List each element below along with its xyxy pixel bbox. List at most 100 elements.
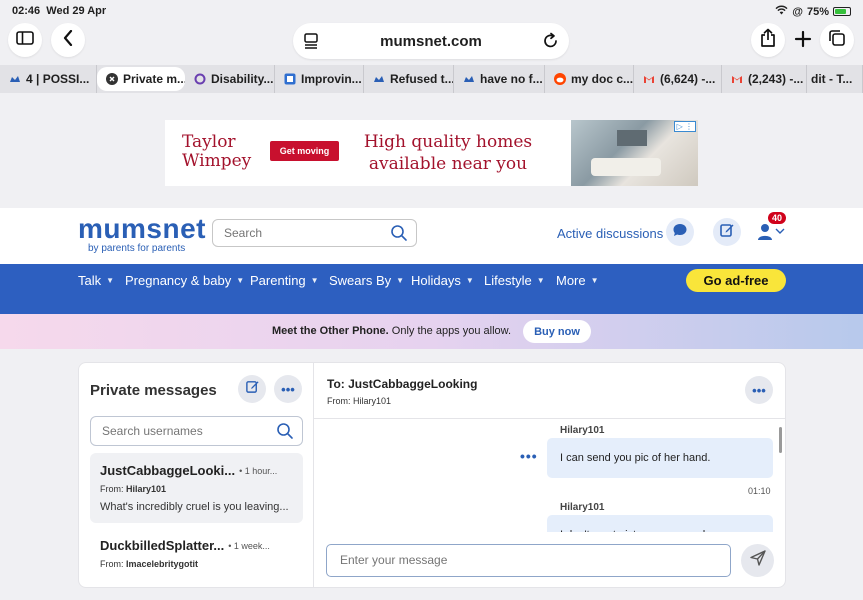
conversation-item[interactable]: JustCabbaggeLooki... • 1 hour... From: H… xyxy=(90,453,303,523)
nav-parenting[interactable]: Parenting ▼ xyxy=(250,273,319,288)
active-discussions-link[interactable]: Active discussions xyxy=(557,226,663,241)
message-time: 01:10 xyxy=(748,486,771,496)
ad-brand-line1: Taylor xyxy=(182,132,236,152)
chevron-down-icon: ▼ xyxy=(396,276,405,285)
promo-text: Meet the Other Phone. Only the apps you … xyxy=(272,325,512,337)
site-logo[interactable]: mumsnet by parents for parents xyxy=(78,215,206,255)
more-icon: ••• xyxy=(281,381,295,397)
message-list[interactable]: Hilary101 ••• I can send you pic of her … xyxy=(314,419,785,532)
conversation-from: From: Hilary101 xyxy=(100,484,167,494)
back-button[interactable] xyxy=(51,23,85,57)
chevron-down-icon: ▼ xyxy=(465,276,474,285)
advertisement-banner[interactable]: Taylor Wimpey Get moving High quality ho… xyxy=(165,120,698,186)
chevron-down-icon: ▼ xyxy=(236,276,245,285)
more-icon: ••• xyxy=(752,382,766,398)
message-input[interactable] xyxy=(340,553,720,567)
chevron-down-icon: ▼ xyxy=(106,276,115,285)
message-composer[interactable] xyxy=(326,544,731,577)
message-sender: Hilary101 xyxy=(560,425,605,436)
conversation-time: • 1 hour... xyxy=(239,465,278,476)
tab-1[interactable]: 4 | POSSI... xyxy=(0,65,97,93)
conversation-from: From: Imacelebritygotit xyxy=(100,559,199,569)
message-bubble: I can send you pic of her hand. xyxy=(547,438,773,478)
thread-recipient: To: JustCabbaggeLooking xyxy=(327,377,478,391)
plus-icon xyxy=(794,30,812,53)
promo-banner: Meet the Other Phone. Only the apps you … xyxy=(0,314,863,349)
nav-talk[interactable]: Talk ▼ xyxy=(78,273,114,288)
status-right: @ 75% xyxy=(775,5,851,18)
conversation-time: • 1 week... xyxy=(228,540,270,551)
status-time: 02:46 Wed 29 Apr xyxy=(12,5,107,17)
status-bar: 02:46 Wed 29 Apr @ 75% xyxy=(0,0,863,22)
main-nav: Talk ▼ Pregnancy & baby ▼ Parenting ▼ Swear… xyxy=(0,264,863,314)
share-button[interactable] xyxy=(751,23,785,57)
conversation-preview: What's incredibly cruel is you leaving..… xyxy=(100,501,289,513)
location-icon: @ xyxy=(792,5,803,18)
chevron-down-icon: ▼ xyxy=(310,276,319,285)
notification-badge: 40 xyxy=(768,212,787,224)
reload-icon[interactable] xyxy=(543,32,559,55)
message-options-icon[interactable]: ••• xyxy=(520,448,538,464)
chat-button[interactable] xyxy=(666,218,694,246)
tab-8[interactable]: (6,624) -... xyxy=(634,65,722,93)
send-button[interactable] xyxy=(741,544,774,577)
chevron-down-icon: ▼ xyxy=(590,276,599,285)
thread-options-button[interactable]: ••• xyxy=(745,376,773,404)
thread-sender: From: Hilary101 xyxy=(327,396,392,406)
sidebar-toggle-button[interactable] xyxy=(8,23,42,57)
battery-icon xyxy=(833,7,851,16)
tab-5[interactable]: Refused t... xyxy=(364,65,454,93)
buy-now-button[interactable]: Buy now xyxy=(523,320,591,343)
scrollbar[interactable] xyxy=(779,427,782,453)
tab-3[interactable]: Disability... xyxy=(185,65,275,93)
site-search[interactable] xyxy=(212,219,417,247)
share-icon xyxy=(760,28,776,53)
battery-percent: 75% xyxy=(806,5,829,18)
search-icon[interactable] xyxy=(390,224,408,247)
adchoices-icon[interactable]: ▷ ⋮ xyxy=(673,121,696,132)
url-text: mumsnet.com xyxy=(380,33,482,50)
search-icon[interactable] xyxy=(276,422,294,445)
address-bar[interactable]: mumsnet.com xyxy=(293,23,569,59)
tab-2-active[interactable]: Private m... xyxy=(97,67,185,91)
more-options-button[interactable]: ••• xyxy=(274,375,302,403)
nav-lifestyle[interactable]: Lifestyle ▼ xyxy=(484,273,545,288)
reddit-icon xyxy=(554,73,566,85)
username-search-input[interactable] xyxy=(102,424,272,438)
message-bubble: I don't want pictures, we need... xyxy=(547,515,773,532)
nav-more[interactable]: More ▼ xyxy=(556,273,599,288)
conversation-username: JustCabbaggeLooki... xyxy=(100,463,236,478)
gmail-icon xyxy=(643,73,655,85)
tab-9[interactable]: (2,243) -... xyxy=(722,65,807,93)
ad-brand-line2: Wimpey xyxy=(182,151,252,171)
user-icon xyxy=(756,224,786,246)
tab-overview-button[interactable] xyxy=(820,23,854,57)
chevron-left-icon xyxy=(63,29,73,51)
nav-swears-by[interactable]: Swears By ▼ xyxy=(329,273,404,288)
mumsnet-icon xyxy=(9,73,21,85)
ad-cta-button[interactable]: Get moving xyxy=(270,141,339,161)
username-search[interactable] xyxy=(90,416,303,446)
message-thread: To: JustCabbaggeLooking From: Hilary101 … xyxy=(314,363,785,587)
nav-pregnancy-baby[interactable]: Pregnancy & baby ▼ xyxy=(125,273,244,288)
mumsnet-icon xyxy=(373,73,385,85)
compose-button[interactable] xyxy=(238,375,266,403)
conversation-item[interactable]: DuckbilledSplatter... • 1 week... From: … xyxy=(90,528,303,579)
tab-10[interactable]: dit - T... xyxy=(807,65,863,93)
tab-4[interactable]: Improvin... xyxy=(275,65,364,93)
tabs-icon xyxy=(828,29,846,52)
tab-7[interactable]: my doc c... xyxy=(545,65,634,93)
close-icon[interactable] xyxy=(106,73,118,85)
edit-icon xyxy=(719,222,735,243)
account-menu[interactable] xyxy=(756,222,786,247)
tab-6[interactable]: have no f... xyxy=(454,65,545,93)
gmail-icon xyxy=(731,73,743,85)
new-post-button[interactable] xyxy=(713,218,741,246)
message-sender: Hilary101 xyxy=(560,502,605,513)
private-messages-panel: Private messages ••• JustCabbaggeLooki..… xyxy=(78,362,786,588)
new-tab-button[interactable] xyxy=(788,26,818,56)
go-ad-free-button[interactable]: Go ad-free xyxy=(686,269,786,292)
site-header: mumsnet by parents for parents Active di… xyxy=(0,208,863,264)
nav-holidays[interactable]: Holidays ▼ xyxy=(411,273,474,288)
site-search-input[interactable] xyxy=(224,226,384,240)
